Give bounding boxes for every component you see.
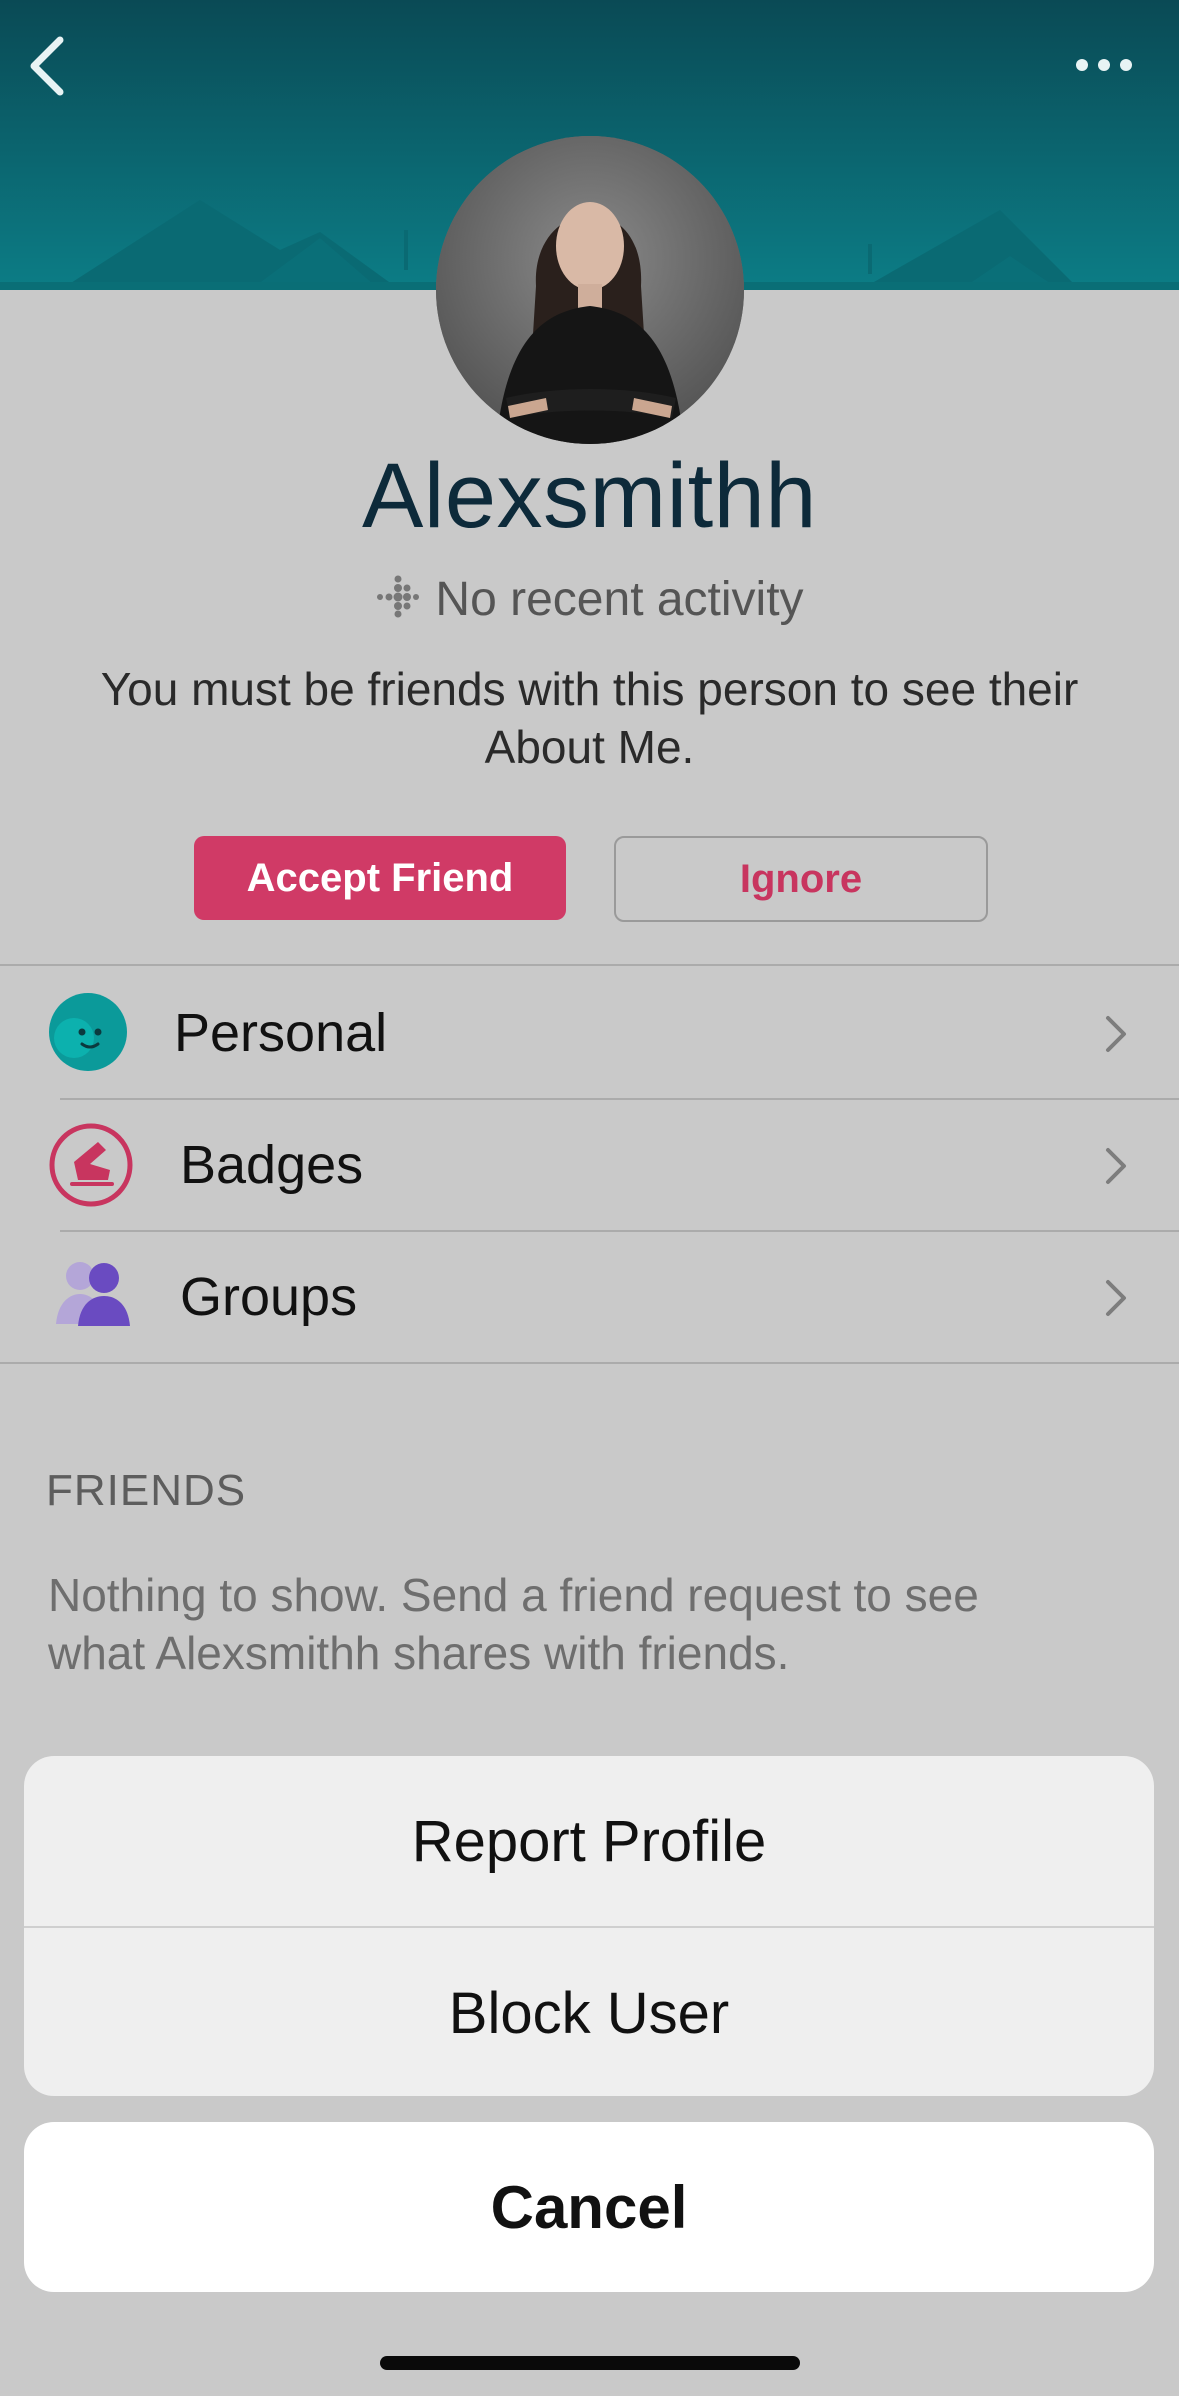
- profile-photo: [436, 136, 744, 444]
- block-user-button[interactable]: Block User: [24, 1928, 1154, 2096]
- personal-face-icon: [48, 992, 128, 1072]
- chevron-left-icon: [30, 36, 64, 96]
- chevron-right-icon: [1106, 1280, 1126, 1316]
- cancel-button[interactable]: Cancel: [24, 2122, 1154, 2292]
- action-sheet: Report Profile Block User: [24, 1756, 1154, 2096]
- ignore-button[interactable]: Ignore: [614, 836, 988, 922]
- groups-people-icon: [50, 1254, 134, 1338]
- menu-item-label: Groups: [180, 1267, 358, 1327]
- activity-status: No recent activity: [0, 572, 1179, 631]
- badge-shoe-icon: [48, 1122, 134, 1208]
- menu-item-personal[interactable]: Personal: [0, 968, 1179, 1098]
- menu-item-label: Personal: [174, 1003, 388, 1063]
- activity-text: No recent activity: [435, 573, 804, 626]
- username: Alexsmithh: [362, 445, 817, 547]
- about-me-message: You must be friends with this person to …: [100, 663, 1079, 773]
- chevron-right-icon: [1106, 1016, 1126, 1052]
- home-indicator: [380, 2356, 800, 2370]
- accept-friend-button[interactable]: Accept Friend: [194, 836, 566, 920]
- more-options-button[interactable]: [1066, 45, 1146, 85]
- back-button[interactable]: [20, 30, 80, 100]
- menu-item-label: Badges: [180, 1135, 364, 1195]
- report-profile-button[interactable]: Report Profile: [24, 1756, 1154, 1926]
- friends-section-title: FRIENDS: [46, 1466, 247, 1515]
- menu-item-badges[interactable]: Badges: [0, 1100, 1179, 1230]
- avatar: [436, 136, 744, 444]
- friends-empty-message: Nothing to show. Send a friend request t…: [48, 1569, 979, 1679]
- ellipsis-icon: [1076, 59, 1132, 71]
- divider: [0, 1362, 1179, 1364]
- chevron-right-icon: [1106, 1148, 1126, 1184]
- menu-item-groups[interactable]: Groups: [0, 1232, 1179, 1362]
- tracker-dots-icon: [375, 573, 421, 631]
- divider: [0, 964, 1179, 966]
